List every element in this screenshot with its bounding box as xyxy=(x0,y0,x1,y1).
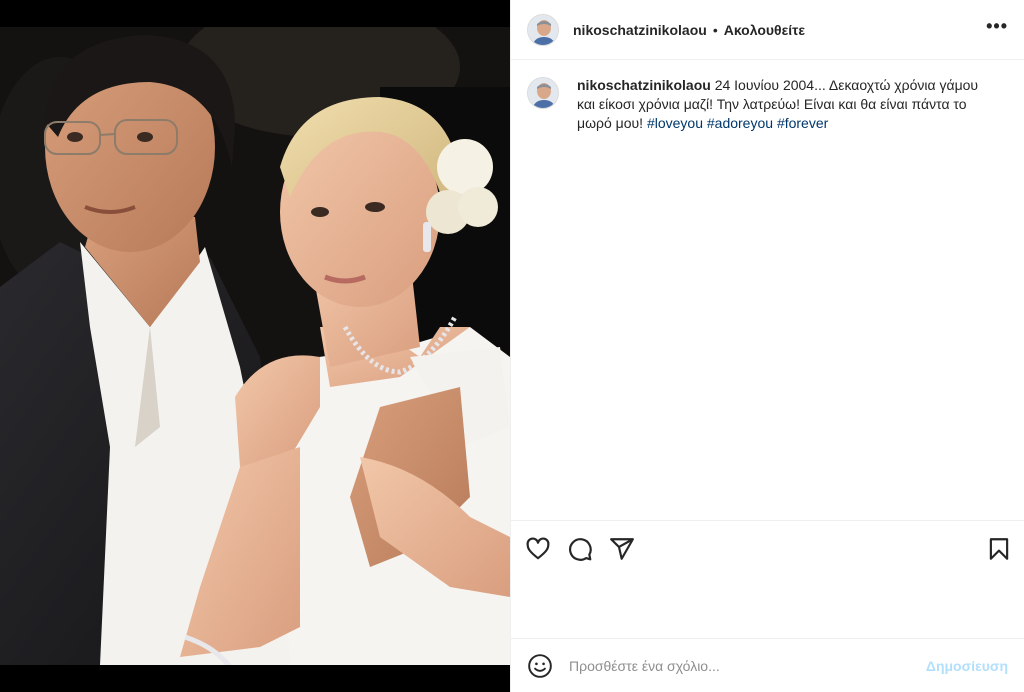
follow-separator: • xyxy=(712,21,718,38)
comments-section: nikoschatzinikolaou 24 Ιουνίου 2004... Δ… xyxy=(511,60,1024,520)
post-dialog: nikoschatzinikolaou • Ακολουθείτε ••• ni… xyxy=(0,0,1024,692)
post-photo[interactable] xyxy=(0,27,510,665)
wedding-photo-illustration xyxy=(0,27,510,665)
caption-avatar[interactable] xyxy=(527,77,559,109)
follow-status[interactable]: Ακολουθείτε xyxy=(724,22,805,38)
avatar-image xyxy=(528,14,558,45)
bookmark-icon[interactable] xyxy=(986,536,1012,562)
emoji-icon[interactable] xyxy=(527,653,553,679)
hashtag[interactable]: #loveyou xyxy=(647,115,703,131)
post-comment-button[interactable]: Δημοσίευση xyxy=(926,658,1008,674)
add-comment-bar: Δημοσίευση xyxy=(511,638,1024,692)
more-options-icon[interactable]: ••• xyxy=(986,16,1008,43)
heart-icon[interactable] xyxy=(525,536,551,562)
comment-icon[interactable] xyxy=(567,536,593,562)
post-header: nikoschatzinikolaou • Ακολουθείτε ••• xyxy=(511,0,1024,60)
hashtag[interactable]: #forever xyxy=(777,115,828,131)
post-actions xyxy=(511,520,1024,576)
avatar-image xyxy=(528,78,558,108)
share-icon[interactable] xyxy=(609,536,635,562)
caption-username[interactable]: nikoschatzinikolaou xyxy=(577,77,711,93)
caption-text: nikoschatzinikolaou 24 Ιουνίου 2004... Δ… xyxy=(577,76,987,133)
post-media xyxy=(0,0,510,692)
caption-row: nikoschatzinikolaou 24 Ιουνίου 2004... Δ… xyxy=(527,76,1008,133)
post-username[interactable]: nikoschatzinikolaou xyxy=(573,22,707,38)
post-side-panel: nikoschatzinikolaou • Ακολουθείτε ••• ni… xyxy=(510,0,1024,692)
hashtag[interactable]: #adoreyou xyxy=(707,115,773,131)
likes-area xyxy=(511,576,1024,638)
comment-input[interactable] xyxy=(569,657,926,674)
avatar[interactable] xyxy=(527,13,559,46)
